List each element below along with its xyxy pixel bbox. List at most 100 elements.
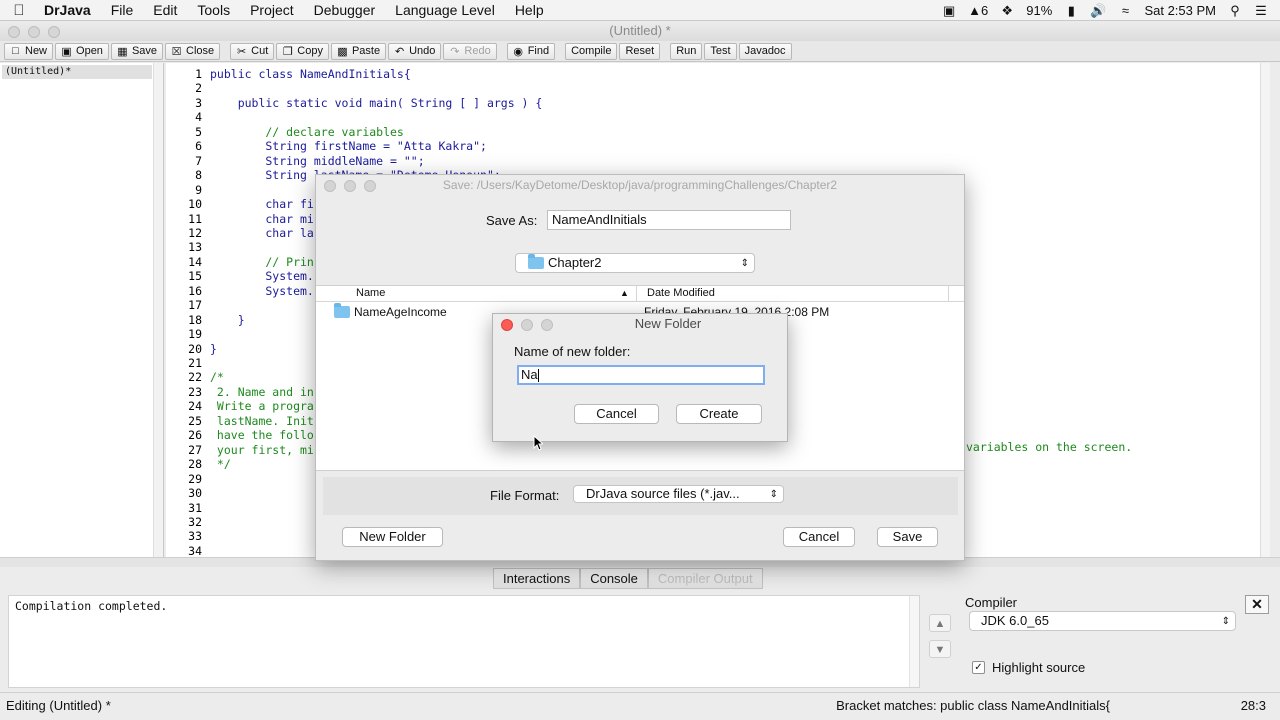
- save-dialog-close-icon[interactable]: [324, 180, 336, 192]
- clock[interactable]: Sat 2:53 PM: [1144, 3, 1216, 18]
- battery-icon[interactable]: ▮: [1064, 3, 1078, 19]
- tab-compiler-output[interactable]: Compiler Output: [647, 568, 763, 589]
- dropbox-icon[interactable]: ❖: [1000, 3, 1014, 19]
- next-error-button[interactable]: ▼: [929, 640, 951, 658]
- javadoc-button[interactable]: Javadoc: [738, 42, 792, 60]
- highlight-source-checkbox[interactable]: ✓: [972, 661, 985, 674]
- window-title-bar: (Untitled) *: [0, 21, 1280, 41]
- menu-tools[interactable]: Tools: [187, 2, 240, 18]
- file-format-select[interactable]: DrJava source files (*.jav... ⇕: [573, 485, 784, 503]
- copy-icon: ❐: [282, 45, 293, 58]
- compiler-select-value: JDK 6.0_65: [981, 613, 1049, 628]
- new-folder-dialog-close-icon[interactable]: [501, 319, 513, 331]
- new-folder-create-button[interactable]: Create: [676, 404, 762, 424]
- close-file-icon: ☒: [171, 45, 182, 58]
- code-line: System.: [210, 269, 314, 284]
- folder-icon: [528, 254, 544, 269]
- menu-bar:  DrJava File Edit Tools Project Debugge…: [0, 0, 1280, 21]
- save-dialog-cancel-button[interactable]: Cancel: [783, 527, 855, 547]
- wifi-icon[interactable]: ≈: [1118, 3, 1132, 18]
- open-button[interactable]: ▣ Open: [55, 42, 109, 60]
- clipboard-icon: ▩: [337, 45, 348, 58]
- menu-debugger[interactable]: Debugger: [304, 2, 386, 18]
- spotlight-search-icon[interactable]: ⚲: [1228, 3, 1242, 19]
- column-date-header[interactable]: Date Modified: [647, 287, 715, 299]
- menu-project[interactable]: Project: [240, 2, 304, 18]
- redo-icon: ↷: [450, 45, 460, 58]
- compile-button[interactable]: Compile: [565, 42, 618, 60]
- console-output[interactable]: Compilation completed.: [8, 595, 920, 688]
- menu-help[interactable]: Help: [505, 2, 554, 18]
- run-button[interactable]: Run: [670, 42, 703, 60]
- volume-icon[interactable]: 🔊: [1090, 3, 1106, 19]
- code-line: public static void main( String [ ] args…: [210, 95, 543, 110]
- line-number: 3: [195, 95, 202, 110]
- status-bracket-match: Bracket matches: public class NameAndIni…: [836, 698, 1110, 713]
- folder-select[interactable]: Chapter2 ⇕: [515, 253, 755, 273]
- previous-error-button[interactable]: ▲: [929, 614, 951, 632]
- line-number: 32: [188, 514, 202, 529]
- cut-button[interactable]: ✂ Cut: [230, 42, 275, 60]
- test-button[interactable]: Test: [704, 42, 737, 60]
- copy-button[interactable]: ❐ Copy: [276, 42, 329, 60]
- code-line: /*: [210, 370, 224, 385]
- code-line: */: [210, 457, 231, 472]
- undo-button[interactable]: ↶ Undo: [388, 42, 442, 60]
- save-dialog-save-button[interactable]: Save: [877, 527, 938, 547]
- menu-language-level[interactable]: Language Level: [385, 2, 505, 18]
- window-zoom-icon[interactable]: [48, 26, 60, 38]
- window-title: (Untitled) *: [609, 23, 671, 38]
- save-as-input[interactable]: NameAndInitials: [547, 210, 791, 230]
- new-file-icon: □: [12, 45, 19, 57]
- window-minimize-icon[interactable]: [28, 26, 40, 38]
- close-panel-button[interactable]: ✕: [1245, 595, 1269, 614]
- line-number: 4: [195, 110, 202, 125]
- compiler-select[interactable]: JDK 6.0_65 ⇕: [969, 611, 1236, 631]
- save-dialog-zoom-icon[interactable]: [364, 180, 376, 192]
- tab-console[interactable]: Console: [580, 568, 648, 589]
- save-dialog-minimize-icon[interactable]: [344, 180, 356, 192]
- new-folder-name-input[interactable]: Na: [517, 365, 765, 385]
- apple-icon[interactable]: : [0, 2, 38, 19]
- reset-button[interactable]: Reset: [619, 42, 661, 60]
- notification-center-icon[interactable]: ☰: [1254, 3, 1268, 19]
- editor-scrollbar[interactable]: [1260, 63, 1270, 557]
- console-scrollbar[interactable]: [909, 596, 919, 687]
- binoculars-icon: ◉: [513, 45, 523, 58]
- line-number: 15: [188, 269, 202, 284]
- updown-chevron-icon: ⇕: [1221, 616, 1230, 627]
- code-line: String firstName = "Atta Kakra";: [210, 139, 487, 154]
- status-editing: Editing (Untitled) *: [6, 698, 111, 713]
- close-icon: ✕: [1251, 596, 1263, 612]
- paste-button[interactable]: ▩ Paste: [330, 42, 387, 60]
- line-number: 17: [188, 298, 202, 313]
- highlight-source-option[interactable]: ✓ Highlight source: [972, 660, 1085, 675]
- code-line: System.: [210, 283, 314, 298]
- screen-recorder-icon[interactable]: ▣: [942, 3, 956, 19]
- document-list-item[interactable]: (Untitled)*: [2, 65, 152, 79]
- redo-button[interactable]: ↷ Redo: [443, 42, 497, 60]
- column-name-header[interactable]: Name: [356, 287, 385, 299]
- menu-edit[interactable]: Edit: [143, 2, 187, 18]
- new-folder-dialog-zoom-icon[interactable]: [541, 319, 553, 331]
- code-line: }: [210, 341, 217, 356]
- editor-line-27-overflow: variables on the screen.: [966, 440, 1133, 454]
- find-button[interactable]: ◉ Find: [506, 42, 556, 60]
- file-format-value: DrJava source files (*.jav...: [586, 486, 740, 501]
- adobe-icon[interactable]: ▲6: [968, 3, 988, 18]
- line-number: 29: [188, 471, 202, 486]
- tab-interactions[interactable]: Interactions: [493, 568, 581, 589]
- mouse-pointer-icon: [533, 435, 543, 451]
- new-folder-button[interactable]: New Folder: [342, 527, 443, 547]
- menu-app-name[interactable]: DrJava: [38, 2, 101, 18]
- save-button[interactable]: ▦ Save: [110, 42, 164, 60]
- document-list-scrollbar[interactable]: [153, 63, 163, 557]
- new-folder-dialog-title: New Folder: [634, 316, 702, 331]
- new-button[interactable]: □ New: [4, 42, 54, 60]
- new-folder-cancel-button[interactable]: Cancel: [574, 404, 659, 424]
- close-button[interactable]: ☒ Close: [165, 42, 221, 60]
- new-folder-dialog-minimize-icon[interactable]: [521, 319, 533, 331]
- menu-file[interactable]: File: [101, 2, 144, 18]
- window-close-icon[interactable]: [8, 26, 20, 38]
- code-line: String middleName = "";: [210, 153, 425, 168]
